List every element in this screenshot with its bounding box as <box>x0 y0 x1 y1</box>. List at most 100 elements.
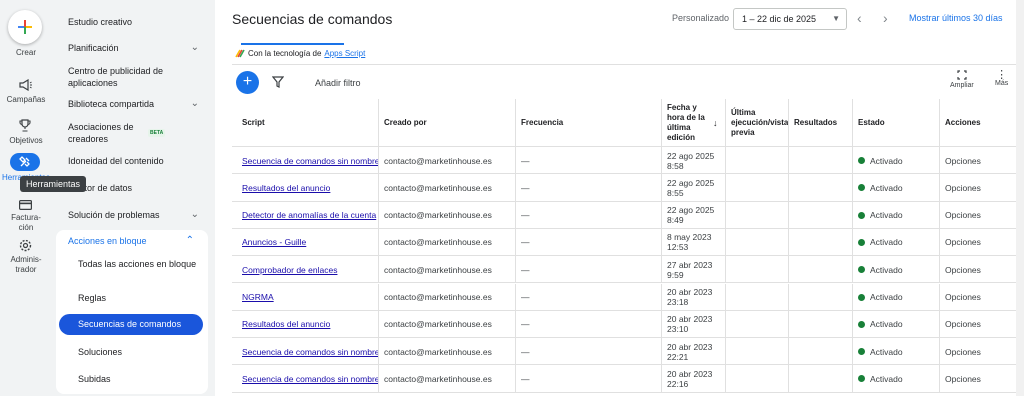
col-header-actions[interactable]: Acciones <box>939 99 1022 147</box>
table-row: Secuencia de comandos sin nombre contacto… <box>232 365 1022 393</box>
rail-item-campaigns[interactable]: Campañas <box>0 95 52 105</box>
megaphone-icon[interactable] <box>16 76 34 94</box>
nav-item-label: Biblioteca compartida <box>68 99 155 109</box>
rail-item-goals[interactable]: Objetivos <box>0 136 52 146</box>
more-vert-icon: ⋮ <box>996 69 1008 81</box>
script-link[interactable]: Comprobador de enlaces <box>242 265 337 275</box>
script-link[interactable]: Resultados del anuncio <box>242 183 330 193</box>
status-value: Activado <box>870 346 903 357</box>
options-button[interactable]: Opciones <box>945 265 981 275</box>
divider <box>232 64 1022 65</box>
col-header-frequency[interactable]: Frecuencia <box>515 99 661 147</box>
scrollbar[interactable] <box>1016 0 1024 396</box>
tools-icon[interactable] <box>10 153 40 171</box>
add-script-button[interactable]: + <box>236 71 259 94</box>
rail-item-billing[interactable]: Factura- ción <box>0 213 52 233</box>
col-header-status[interactable]: Estado <box>852 99 939 147</box>
options-button[interactable]: Opciones <box>945 292 981 302</box>
options-button[interactable]: Opciones <box>945 237 981 247</box>
add-filter-button[interactable]: Añadir filtro <box>315 78 361 88</box>
sub-item-uploads[interactable]: Subidas <box>78 373 198 385</box>
more-button[interactable]: ⋮ Más <box>995 69 1009 88</box>
last-edit-date: 22 ago 2025 <box>667 177 715 188</box>
options-button[interactable]: Opciones <box>945 183 981 193</box>
sub-item-solutions[interactable]: Soluciones <box>78 346 198 358</box>
options-button[interactable]: Opciones <box>945 374 981 384</box>
script-link[interactable]: Anuncios - Guille <box>242 237 306 247</box>
left-rail: Crear Campañas Objetivos Herramientas Fa… <box>0 0 87 396</box>
nav-item-content-suitability[interactable]: Idoneidad del contenido <box>68 155 207 167</box>
date-range-picker[interactable]: 1 – 22 dic de 2025 ▼ <box>733 8 847 30</box>
table-cell: 20 abr 2023 23:18 <box>661 283 725 311</box>
table-cell: Opciones <box>939 174 1022 202</box>
trophy-icon[interactable] <box>16 116 34 134</box>
creator-email: contacto@marketinhouse.es <box>384 292 492 302</box>
table-cell <box>788 174 852 202</box>
nav-item-app-center[interactable]: Centro de publicidad de aplicaciones <box>68 65 178 89</box>
last-edit-date: 8 may 2023 <box>667 232 712 243</box>
table-cell: Resultados del anuncio <box>232 311 378 338</box>
sub-item-scripts[interactable]: Secuencias de comandos <box>59 314 203 335</box>
creator-email: contacto@marketinhouse.es <box>384 237 492 248</box>
table-cell: Activado <box>852 338 939 366</box>
gear-icon[interactable] <box>16 236 34 254</box>
rail-item-admin[interactable]: Adminis- trador <box>0 255 52 275</box>
creator-email: contacto@marketinhouse.es <box>384 346 492 357</box>
script-link[interactable]: NGRMA <box>242 292 274 302</box>
options-button[interactable]: Opciones <box>945 319 981 329</box>
caret-down-icon: ▼ <box>832 14 840 23</box>
table-cell: Activado <box>852 228 939 256</box>
bulk-actions-header[interactable]: Acciones en bloque <box>68 236 147 246</box>
table-row: Secuencia de comandos sin nombre contacto… <box>232 338 1022 366</box>
script-link[interactable]: Resultados del anuncio <box>242 319 330 329</box>
nav-item-data-manager[interactable]: Gestor de datos <box>68 182 207 194</box>
last-edit-time: 8:55 <box>667 187 684 198</box>
frequency-value: — <box>521 373 530 384</box>
create-button[interactable] <box>8 10 42 44</box>
table-cell <box>788 365 852 393</box>
nav-item-shared-library[interactable]: Biblioteca compartida ⌄ <box>68 98 207 110</box>
next-period-icon[interactable]: › <box>883 10 888 26</box>
filter-icon[interactable] <box>272 76 284 88</box>
table-cell: Opciones <box>939 147 1022 174</box>
expand-button[interactable]: Ampliar <box>950 70 974 89</box>
table-cell: — <box>515 283 661 311</box>
script-link[interactable]: Secuencia de comandos sin nombre <box>242 374 378 384</box>
apps-script-link[interactable]: Apps Script <box>324 49 365 58</box>
options-button[interactable]: Opciones <box>945 156 981 166</box>
options-button[interactable]: Opciones <box>945 210 981 220</box>
chevron-down-icon: ⌄ <box>190 42 199 53</box>
beta-badge: BETA <box>148 129 166 137</box>
last-edit-time: 8:49 <box>667 215 684 226</box>
last-edit-value: 20 abr 2023 23:10 <box>667 314 712 334</box>
table-cell <box>788 201 852 229</box>
chevron-up-icon[interactable]: ⌃ <box>186 235 194 246</box>
nav-item-troubleshooting[interactable]: Solución de problemas ⌄ <box>68 209 207 221</box>
bulk-actions-group: Acciones en bloque ⌃ Todas las acciones … <box>56 230 208 394</box>
script-link[interactable]: Secuencia de comandos sin nombre <box>242 347 378 357</box>
nav-item-planning[interactable]: Planificación ⌄ <box>68 42 207 54</box>
more-label: Más <box>995 80 1009 87</box>
options-button[interactable]: Opciones <box>945 347 981 357</box>
nav-item-label: Planificación <box>68 43 119 53</box>
nav-item-creative-studio[interactable]: Estudio creativo <box>68 16 207 28</box>
table-cell: Opciones <box>939 365 1022 393</box>
credit-card-icon[interactable] <box>16 196 34 214</box>
sub-item-rules[interactable]: Reglas <box>78 292 198 304</box>
col-header-last-run[interactable]: Última ejecución/vista previa <box>725 99 788 147</box>
col-header-last-edit[interactable]: Fecha y hora de la última edición ↓ <box>661 99 725 147</box>
col-header-results[interactable]: Resultados <box>788 99 852 147</box>
table-cell: Secuencia de comandos sin nombre <box>232 147 378 174</box>
script-link[interactable]: Secuencia de comandos sin nombre <box>242 156 378 166</box>
prev-period-icon[interactable]: ‹ <box>857 10 862 26</box>
col-header-script[interactable]: Script <box>232 99 378 147</box>
table-cell <box>788 228 852 256</box>
nav-item-creator-partnerships[interactable]: Asociaciones de creadores <box>68 121 152 145</box>
show-last-30-days-link[interactable]: Mostrar últimos 30 días <box>909 13 1003 23</box>
table-cell: Comprobador de enlaces <box>232 256 378 283</box>
script-link[interactable]: Detector de anomalías de la cuenta <box>242 210 376 220</box>
col-header-creator[interactable]: Creado por <box>378 99 515 147</box>
table-row: Detector de anomalías de la cuenta contac… <box>232 201 1022 229</box>
sub-item-all-bulk[interactable]: Todas las acciones en bloque <box>78 258 198 270</box>
chevron-down-icon: ⌄ <box>190 98 199 109</box>
